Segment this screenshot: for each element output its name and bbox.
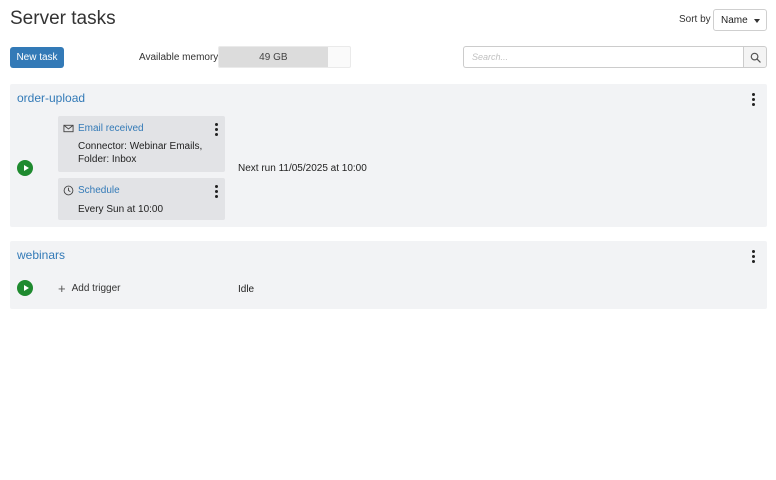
sort-select[interactable]: Name	[713, 9, 767, 31]
trigger-menu-button[interactable]	[211, 122, 221, 136]
task-menu-button[interactable]	[748, 249, 758, 263]
sort-label: Sort by	[679, 14, 711, 25]
page-title: Server tasks	[10, 8, 116, 29]
trigger-title[interactable]: Schedule	[78, 185, 120, 196]
add-trigger-button[interactable]: + Add trigger	[58, 280, 121, 296]
trigger-detail: Every Sun at 10:00	[78, 204, 164, 215]
trigger-menu-button[interactable]	[211, 184, 221, 198]
plus-icon: +	[58, 280, 66, 296]
task-title[interactable]: order-upload	[17, 91, 85, 105]
run-task-button[interactable]	[17, 280, 33, 296]
trigger-schedule: Schedule Every Sun at 10:00	[58, 178, 225, 220]
search-icon	[750, 52, 761, 63]
search-input[interactable]	[463, 46, 743, 68]
search-button[interactable]	[743, 46, 767, 68]
task-status: Idle	[238, 284, 255, 295]
task-card-order-upload: order-upload Email received Connector: W…	[10, 84, 767, 227]
trigger-email-received: Email received Connector: Webinar Emails…	[58, 116, 225, 172]
memory-bar: 49 GB	[218, 46, 351, 68]
run-task-button[interactable]	[17, 160, 33, 176]
memory-label: Available memory	[139, 52, 219, 63]
task-card-webinars: webinars + Add trigger Idle	[10, 241, 767, 309]
clock-icon	[63, 185, 74, 196]
task-status: Next run 11/05/2025 at 10:00	[238, 163, 367, 174]
add-trigger-label: Add trigger	[71, 283, 121, 294]
trigger-title[interactable]: Email received	[78, 123, 144, 134]
caret-down-icon	[754, 19, 760, 23]
sort-value: Name	[721, 14, 748, 26]
memory-value: 49 GB	[259, 51, 288, 63]
envelope-icon	[63, 124, 74, 133]
task-title[interactable]: webinars	[17, 248, 65, 262]
trigger-detail: Connector: Webinar Emails, Folder: Inbox	[78, 141, 203, 165]
task-menu-button[interactable]	[748, 92, 758, 106]
new-task-button[interactable]: New task	[10, 47, 64, 68]
